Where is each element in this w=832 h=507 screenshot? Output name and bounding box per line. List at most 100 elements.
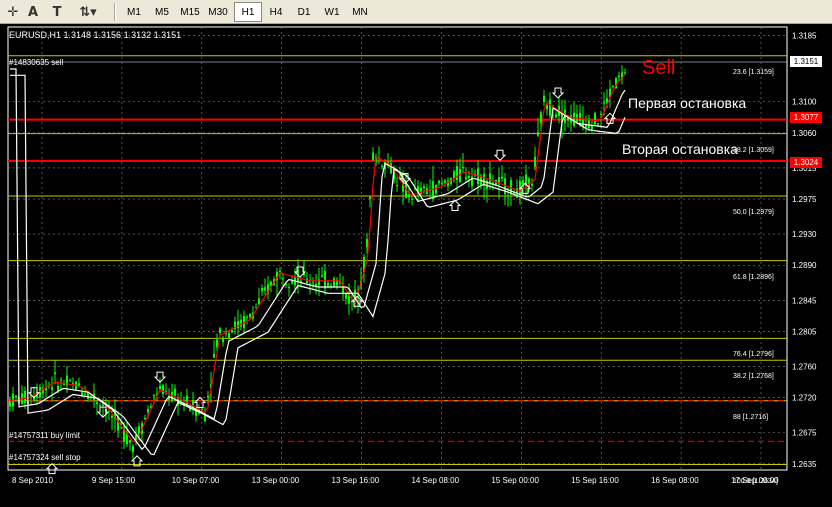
- candle-body: [573, 112, 575, 126]
- candle-body: [84, 393, 86, 395]
- candle-body: [57, 385, 59, 391]
- period-button-d1[interactable]: D1: [290, 2, 318, 22]
- candle-body: [162, 385, 164, 395]
- candle-body: [585, 124, 587, 128]
- period-button-h4[interactable]: H4: [262, 2, 290, 22]
- red-level-2-badge: 1.3024: [790, 157, 822, 168]
- candle-body: [189, 408, 191, 411]
- order-buy-limit-label: #14757311 buy limit: [9, 431, 81, 440]
- candle-body: [423, 186, 425, 189]
- order-sell-label: #14830635 sell: [9, 58, 64, 67]
- period-button-m1[interactable]: M1: [120, 2, 148, 22]
- price-axis-label: 1.2760: [792, 362, 817, 371]
- chart-header: EURUSD,H1 1.3148 1.3156 1.3132 1.3151: [9, 30, 182, 40]
- price-axis-label: 1.3100: [792, 98, 817, 107]
- candle-body: [444, 180, 446, 184]
- candle-body: [555, 114, 557, 118]
- time-axis-label: 13 Sep 00:00: [252, 476, 300, 485]
- time-axis-label: 15 Sep 00:00: [491, 476, 539, 485]
- chart-area[interactable]: 1.3185 1.3100 1.3060 1.3015 1.2975 1.2930 1.28…: [0, 25, 832, 503]
- candle-body: [324, 270, 326, 289]
- candle-body: [540, 112, 542, 123]
- chart-toolbar: ✛ A T ⇅▾ M1 M5 M15 M30 H1 H4 D1 W1 MN: [0, 0, 832, 24]
- candle-body: [372, 152, 374, 161]
- candle-body: [279, 270, 281, 272]
- candle-body: [543, 95, 545, 102]
- period-button-mn[interactable]: MN: [346, 2, 374, 22]
- candle-body: [453, 171, 455, 179]
- red-level-1-badge: 1.3077: [790, 112, 822, 123]
- candle-body: [174, 388, 176, 396]
- text-icon[interactable]: A: [24, 3, 42, 21]
- period-button-m15[interactable]: M15: [176, 2, 204, 22]
- candle-body: [159, 385, 161, 390]
- candle-body: [15, 395, 17, 398]
- time-axis-label: 13 Sep 16:00: [332, 476, 380, 485]
- time-axis-label: 15 Sep 16:00: [571, 476, 619, 485]
- price-axis-label: 1.2635: [792, 460, 817, 469]
- candle-body: [228, 332, 230, 339]
- candle-body: [240, 319, 242, 327]
- candle-body: [132, 446, 134, 453]
- period-button-m30[interactable]: M30: [204, 2, 232, 22]
- label-icon[interactable]: T: [48, 3, 66, 21]
- candle-body: [246, 316, 248, 318]
- candle-body: [213, 353, 215, 358]
- candle-body: [603, 102, 605, 104]
- fib-label: 38.2 [1.2768]: [733, 373, 774, 381]
- candle-body: [288, 287, 290, 289]
- candle-body: [117, 416, 119, 431]
- candle-body: [72, 382, 74, 384]
- candle-body: [171, 392, 173, 401]
- candle-body: [507, 195, 509, 197]
- candle-body: [111, 416, 113, 418]
- fib-label: 23.6 [1.3159]: [733, 68, 774, 76]
- arrows-icon[interactable]: ⇅▾: [72, 3, 104, 21]
- candle-body: [330, 284, 332, 286]
- current-price-badge: 1.3151: [790, 56, 822, 67]
- candle-body: [333, 278, 335, 287]
- price-axis-label: 1.2930: [792, 230, 817, 239]
- candle-body: [624, 72, 626, 74]
- fib-label: 50.0 [1.2979]: [733, 208, 774, 216]
- candle-body: [327, 282, 329, 286]
- price-axis-label: 1.2890: [792, 261, 817, 270]
- candle-body: [312, 282, 314, 284]
- candle-body: [528, 178, 530, 188]
- period-button-m5[interactable]: M5: [148, 2, 176, 22]
- candle-body: [282, 278, 284, 280]
- period-button-w1[interactable]: W1: [318, 2, 346, 22]
- candle-body: [24, 390, 26, 403]
- time-axis-label: 8 Sep 2010: [12, 476, 53, 485]
- candle-body: [90, 395, 92, 397]
- sell-annotation: Sell: [642, 57, 676, 79]
- candle-body: [51, 387, 53, 390]
- candle-body: [465, 177, 467, 180]
- candle-body: [531, 183, 533, 186]
- candle-body: [471, 176, 473, 186]
- candle-body: [489, 173, 491, 183]
- candle-body: [96, 402, 98, 404]
- time-axis-label: 10 Sep 07:00: [172, 476, 220, 485]
- candle-body: [618, 75, 620, 78]
- price-axis-label: 1.2805: [792, 327, 817, 336]
- period-button-h1[interactable]: H1: [234, 2, 262, 22]
- candle-body: [261, 288, 263, 292]
- candle-body: [438, 180, 440, 184]
- candle-body: [468, 176, 470, 179]
- candle-body: [537, 131, 539, 136]
- cursor-icon[interactable]: ✛: [4, 3, 22, 21]
- candle-body: [501, 176, 503, 179]
- candle-body: [258, 298, 260, 305]
- fib-label: 100.0 [1.2634]: [733, 477, 778, 485]
- price-axis-label: 1.3060: [792, 129, 817, 138]
- candle-body: [432, 181, 434, 200]
- candle-body: [600, 113, 602, 115]
- candle-body: [249, 313, 251, 318]
- candle-body: [369, 196, 371, 200]
- first-stop-annotation: Первая остановка: [628, 95, 747, 111]
- candle-body: [99, 404, 101, 407]
- price-axis-label: 1.3185: [792, 32, 817, 41]
- candle-body: [597, 123, 599, 125]
- candle-body: [207, 395, 209, 398]
